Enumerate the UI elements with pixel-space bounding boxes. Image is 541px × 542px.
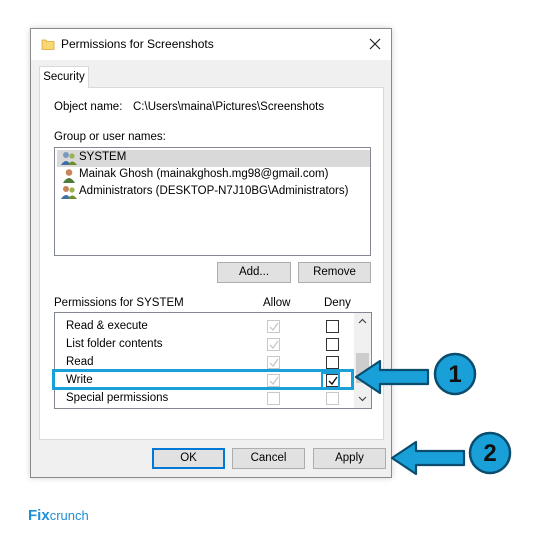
permission-name: List folder contents <box>66 338 163 350</box>
ok-button[interactable]: OK <box>152 448 225 469</box>
chevron-up-icon[interactable] <box>358 318 367 324</box>
window-title: Permissions for Screenshots <box>61 37 214 51</box>
apply-button[interactable]: Apply <box>313 448 386 469</box>
deny-checkbox[interactable] <box>326 338 339 351</box>
close-button[interactable] <box>359 29 391 60</box>
tab-security[interactable]: Security <box>39 66 89 88</box>
permission-name: Read & execute <box>66 320 148 332</box>
object-name-label: Object name: <box>54 101 123 113</box>
deny-checkbox <box>326 392 339 405</box>
brand-logo: Fixcrunch <box>28 507 89 524</box>
list-item[interactable]: SYSTEM <box>57 150 370 167</box>
deny-checkbox[interactable] <box>326 320 339 333</box>
close-icon <box>369 38 381 50</box>
remove-button[interactable]: Remove <box>298 262 371 283</box>
group-list[interactable]: SYSTEM Mainak Ghosh (mainakghosh.mg98@gm… <box>54 147 371 256</box>
check-icon <box>269 358 279 368</box>
write-row-highlight <box>52 369 354 390</box>
permissions-list[interactable]: Read & execute List folder contents Read <box>54 312 372 409</box>
brand-fix: Fix <box>28 507 50 524</box>
allow-checkbox <box>267 356 280 369</box>
permission-name: Special permissions <box>66 392 169 404</box>
object-path: C:\Users\maina\Pictures\Screenshots <box>133 101 325 113</box>
list-item[interactable]: Administrators (DESKTOP-N7J10BG\Administ… <box>57 184 370 201</box>
allow-checkbox <box>267 392 280 405</box>
check-icon <box>269 322 279 332</box>
users-icon <box>61 186 77 199</box>
table-row: List folder contents <box>55 336 355 354</box>
table-row: Read & execute <box>55 318 355 336</box>
allow-checkbox <box>267 338 280 351</box>
check-icon <box>269 340 279 350</box>
deny-checkbox-highlight <box>321 372 340 389</box>
group-item-label: SYSTEM <box>79 151 127 163</box>
deny-header: Deny <box>324 297 351 309</box>
add-button[interactable]: Add... <box>217 262 291 283</box>
group-names-label: Group or user names: <box>54 131 166 143</box>
permission-name: Read <box>66 356 94 368</box>
group-item-label: Mainak Ghosh (mainakghosh.mg98@gmail.com… <box>79 168 329 180</box>
users-icon <box>61 152 77 165</box>
table-row: Special permissions <box>55 390 355 408</box>
allow-checkbox <box>267 320 280 333</box>
step-2-label: 2 <box>483 440 496 467</box>
group-item-label: Administrators (DESKTOP-N7J10BG\Administ… <box>79 185 349 197</box>
step-2-arrow-icon: 2 <box>390 431 512 476</box>
deny-checkbox[interactable] <box>326 356 339 369</box>
allow-header: Allow <box>263 297 291 309</box>
list-item[interactable]: Mainak Ghosh (mainakghosh.mg98@gmail.com… <box>57 167 370 184</box>
user-icon <box>63 169 75 183</box>
cancel-button[interactable]: Cancel <box>232 448 305 469</box>
permissions-dialog: Permissions for Screenshots Security Obj… <box>30 28 392 478</box>
permissions-label: Permissions for SYSTEM <box>54 297 184 309</box>
folder-icon <box>41 39 55 50</box>
step-1-arrow-icon: 1 <box>354 352 477 396</box>
brand-crunch: crunch <box>49 508 89 523</box>
step-1-label: 1 <box>448 361 461 388</box>
title-bar[interactable]: Permissions for Screenshots <box>31 29 391 60</box>
